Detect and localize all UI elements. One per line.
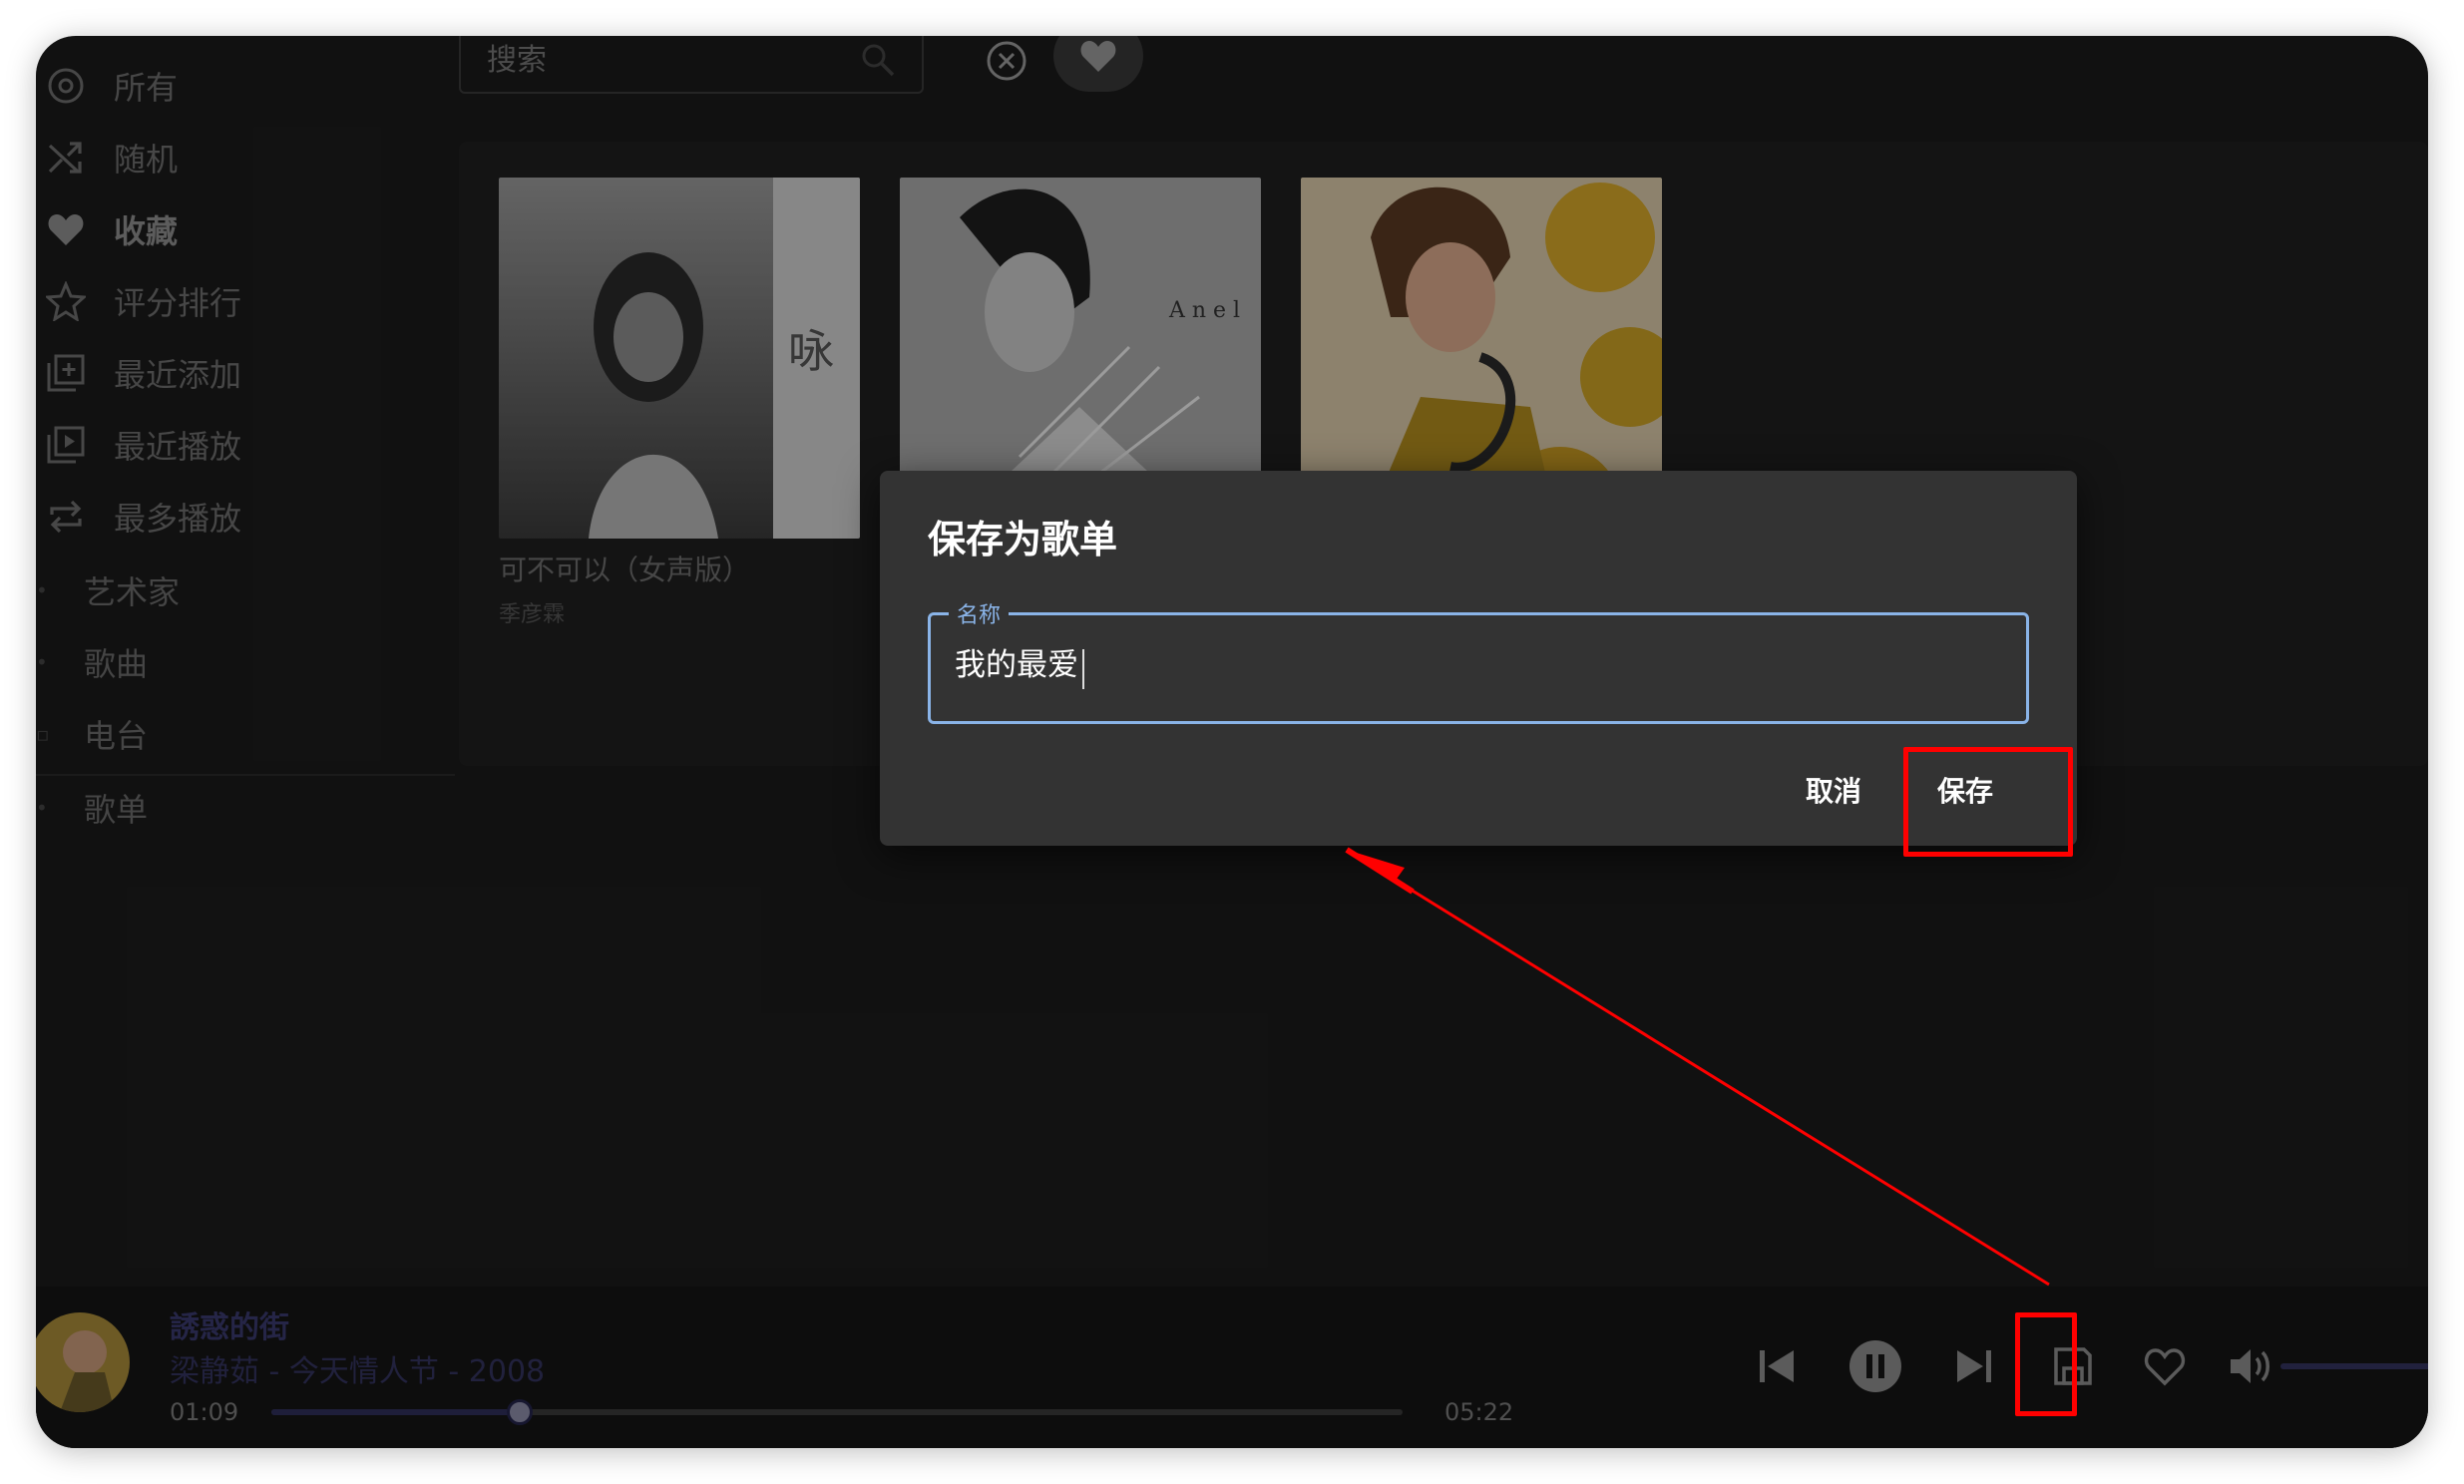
annotation-arrow <box>1345 847 2050 1287</box>
app-window: 所有 随机 收藏 评分排行 最近添加 最近播放 最多播放 • 艺术家 • 歌曲 … <box>36 36 2428 1448</box>
